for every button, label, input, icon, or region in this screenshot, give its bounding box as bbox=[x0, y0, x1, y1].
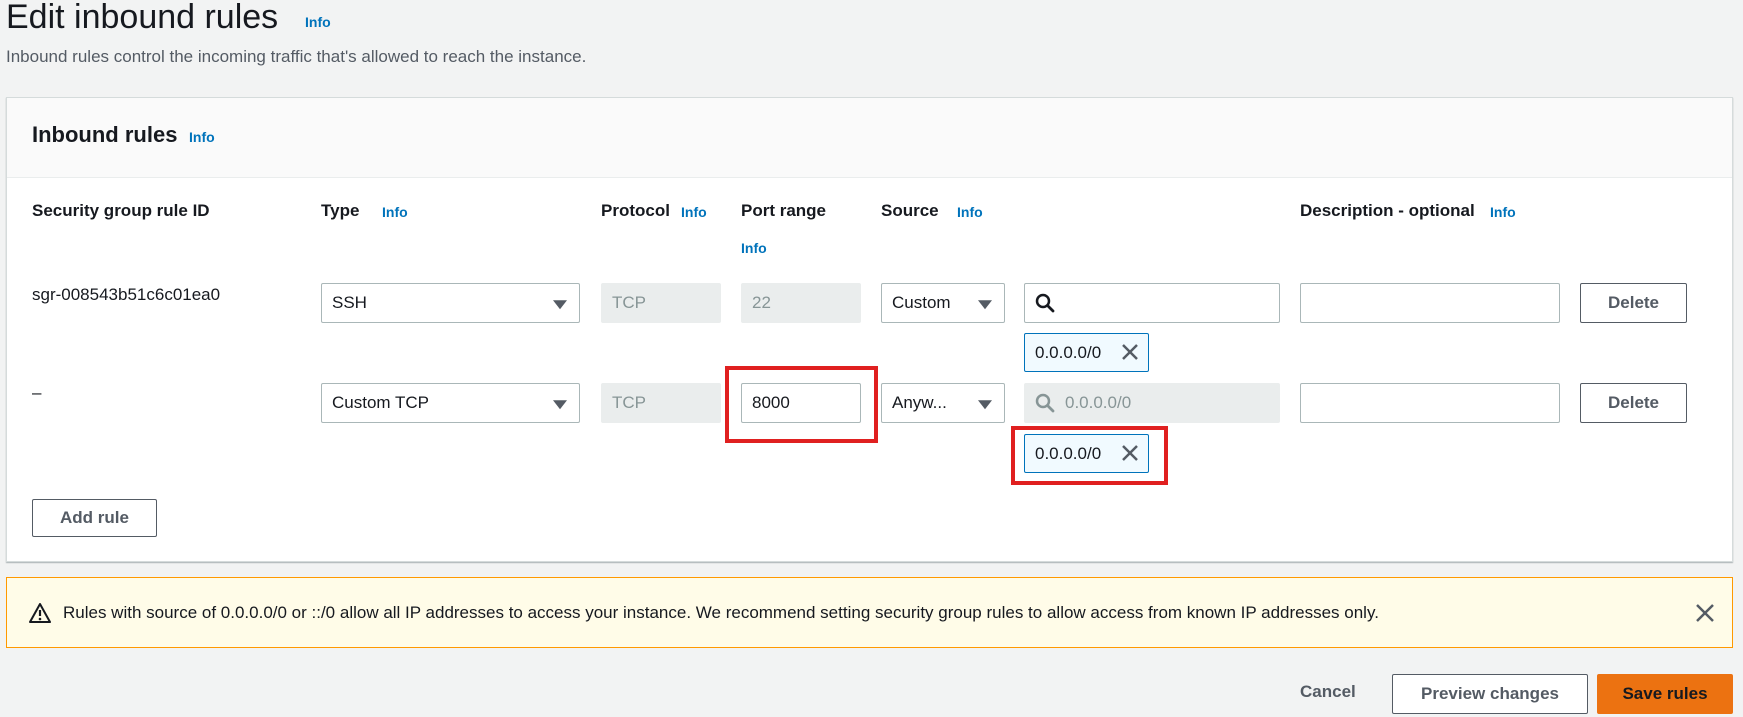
type-info-link[interactable]: Info bbox=[382, 204, 408, 220]
rule-2-type-value: Custom TCP bbox=[332, 393, 429, 412]
preview-changes-button[interactable]: Preview changes bbox=[1392, 674, 1588, 714]
add-rule-button[interactable]: Add rule bbox=[32, 499, 157, 537]
rule-2-source-search-input: 0.0.0.0/0 bbox=[1024, 383, 1280, 423]
rule-2-source-value: Anyw... bbox=[892, 393, 947, 412]
rule-1-port-range-field: 22 bbox=[741, 283, 861, 323]
page-title-info-link[interactable]: Info bbox=[305, 14, 331, 30]
rule-1-delete-button[interactable]: Delete bbox=[1580, 283, 1687, 323]
column-header-rule-id: Security group rule ID bbox=[32, 201, 210, 220]
rule-2-description-input[interactable] bbox=[1300, 383, 1560, 423]
cancel-button[interactable]: Cancel bbox=[1300, 682, 1356, 702]
rule-1-id: sgr-008543b51c6c01ea0 bbox=[32, 285, 221, 304]
column-header-source: Source bbox=[881, 201, 939, 220]
caret-down-icon bbox=[978, 300, 992, 310]
port-range-info-link[interactable]: Info bbox=[741, 240, 767, 256]
caret-down-icon bbox=[553, 300, 567, 310]
rule-1-source-value: Custom bbox=[892, 293, 951, 312]
panel-title-info-link[interactable]: Info bbox=[189, 129, 215, 145]
column-header-type: Type bbox=[321, 201, 360, 220]
rule-2-delete-button[interactable]: Delete bbox=[1580, 383, 1687, 423]
warning-alert-text: Rules with source of 0.0.0.0/0 or ::/0 a… bbox=[63, 603, 1379, 622]
rule-2-port-range-input[interactable]: 8000 bbox=[741, 383, 861, 423]
rule-2-id: – bbox=[32, 383, 42, 402]
close-icon[interactable] bbox=[1120, 443, 1140, 463]
caret-down-icon bbox=[553, 400, 567, 410]
panel-header: Inbound rules Info bbox=[7, 98, 1732, 178]
rule-1-token-label: 0.0.0.0/0 bbox=[1035, 342, 1102, 362]
search-icon bbox=[1035, 293, 1055, 313]
rule-2-type-select[interactable]: Custom TCP bbox=[321, 383, 580, 423]
caret-down-icon bbox=[978, 400, 992, 410]
rule-1-source-search-input[interactable] bbox=[1024, 283, 1280, 323]
rule-1-source-select[interactable]: Custom bbox=[881, 283, 1005, 323]
description-info-link[interactable]: Info bbox=[1490, 204, 1516, 220]
rule-1-description-input[interactable] bbox=[1300, 283, 1560, 323]
rule-1-port-range-value: 22 bbox=[752, 293, 771, 312]
column-header-protocol: Protocol bbox=[601, 201, 670, 220]
close-icon[interactable] bbox=[1120, 342, 1140, 362]
rule-2-source-select[interactable]: Anyw... bbox=[881, 383, 1005, 423]
protocol-info-link[interactable]: Info bbox=[681, 204, 707, 220]
rule-1-type-value: SSH bbox=[332, 293, 367, 312]
source-info-link[interactable]: Info bbox=[957, 204, 983, 220]
rule-2-port-range-value: 8000 bbox=[752, 393, 790, 412]
rule-2-protocol-field: TCP bbox=[601, 383, 721, 423]
save-rules-button[interactable]: Save rules bbox=[1597, 674, 1733, 714]
search-icon bbox=[1035, 393, 1055, 413]
rule-2-source-token: 0.0.0.0/0 bbox=[1024, 434, 1149, 473]
panel-title: Inbound rules bbox=[32, 122, 178, 147]
page-title: Edit inbound rules bbox=[6, 0, 279, 36]
rule-2-token-label: 0.0.0.0/0 bbox=[1035, 443, 1102, 463]
rule-1-type-select[interactable]: SSH bbox=[321, 283, 580, 323]
column-header-port-range: Port range bbox=[741, 201, 827, 220]
warning-alert: Rules with source of 0.0.0.0/0 or ::/0 a… bbox=[6, 577, 1733, 648]
close-icon[interactable] bbox=[1695, 603, 1715, 623]
rule-1-protocol-value: TCP bbox=[612, 293, 646, 312]
rule-2-search-placeholder: 0.0.0.0/0 bbox=[1065, 393, 1132, 412]
column-header-description: Description - optional bbox=[1300, 201, 1475, 220]
warning-icon bbox=[29, 603, 51, 623]
rule-1-source-token: 0.0.0.0/0 bbox=[1024, 333, 1149, 372]
inbound-rules-panel: Inbound rules Info Security group rule I… bbox=[6, 97, 1733, 562]
rule-1-protocol-field: TCP bbox=[601, 283, 721, 323]
rule-2-protocol-value: TCP bbox=[612, 393, 646, 412]
page-subtitle: Inbound rules control the incoming traff… bbox=[6, 47, 587, 66]
